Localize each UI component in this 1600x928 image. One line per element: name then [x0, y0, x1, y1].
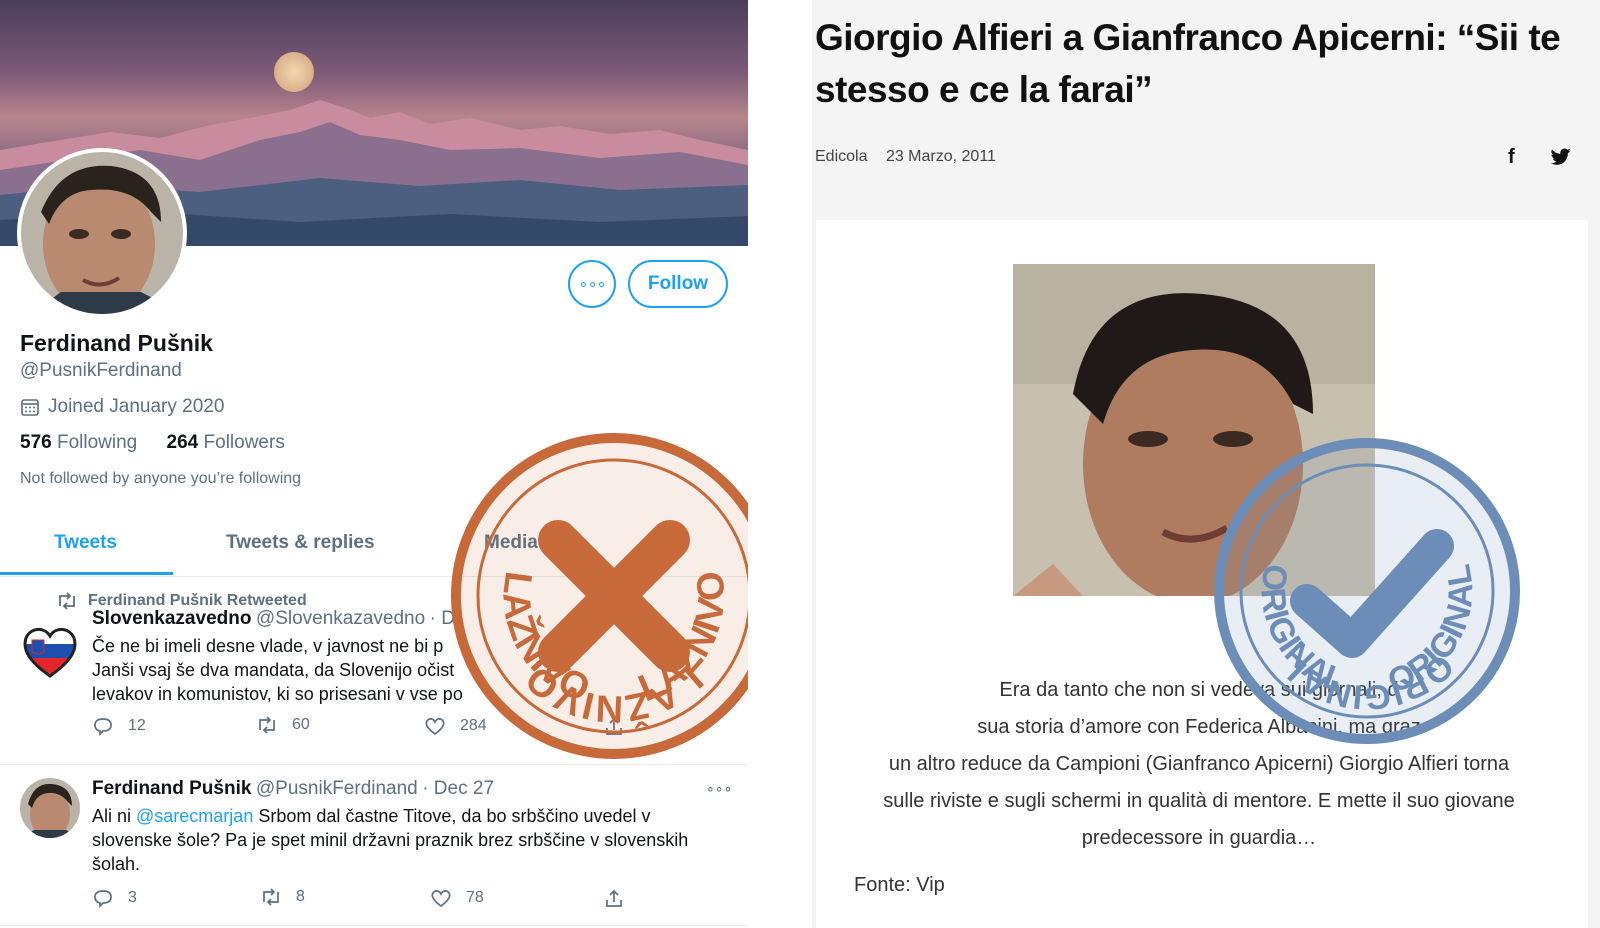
article-source: Fonte: Vip [854, 874, 945, 896]
article-section[interactable]: Edicola [815, 148, 867, 165]
tweet-date[interactable]: · Dec 27 [422, 778, 494, 799]
twitter-icon [1550, 148, 1571, 165]
profile-name: Ferdinand Pušnik [20, 330, 213, 356]
tweet-author[interactable]: Ferdinand Pušnik [92, 778, 251, 799]
tweet-line: šolah. [92, 854, 141, 874]
tweet-header: Slovenkazavedno @Slovenkazavedno · D [92, 608, 455, 630]
followers-link[interactable]: 264 Followers [167, 432, 285, 453]
more-icon: ∘∘∘ [578, 276, 606, 293]
retweet-icon [259, 716, 275, 734]
article-panel: Giorgio Alfieri a Gianfranco Apicerni: “… [812, 0, 1600, 928]
reply-icon [94, 890, 112, 908]
following-link[interactable]: 576 Following [20, 432, 137, 453]
active-tab-indicator [0, 572, 173, 575]
follow-button[interactable]: Follow [628, 260, 728, 308]
like-count: 78 [466, 889, 484, 906]
tweet-handle[interactable]: @Slovenkazavedno [256, 608, 425, 629]
divider [0, 925, 748, 926]
face-photo [21, 152, 183, 314]
share-button[interactable] [604, 888, 624, 908]
face-photo [20, 778, 80, 838]
retweet-button[interactable]: 8 [260, 888, 305, 906]
tab-tweets-replies[interactable]: Tweets & replies [226, 532, 375, 554]
tweet-more-button[interactable]: ∘∘∘ [706, 780, 732, 797]
twitter-share-button[interactable] [1550, 148, 1572, 172]
mention-link[interactable]: @sarecmarjan [136, 806, 253, 826]
reply-icon [94, 718, 112, 736]
share-icon [606, 889, 622, 907]
retweet-count: 8 [296, 888, 305, 905]
tab-tweets[interactable]: Tweets [54, 532, 117, 554]
tweet-avatar[interactable] [20, 622, 80, 682]
retweet-button[interactable]: 60 [256, 716, 310, 734]
reply-button[interactable]: 3 [92, 888, 137, 908]
twitter-profile-panel: ∘∘∘ Follow Ferdinand Pušnik @PusnikFerdi… [0, 0, 748, 928]
reply-count: 3 [128, 889, 137, 906]
tweet-header: Ferdinand Pušnik @PusnikFerdinand · Dec … [92, 778, 494, 800]
original-stamp-icon: ORIGINAL ORIGINAL ORIGINAL [1214, 438, 1520, 744]
follow-counts: 576 Following 264 Followers [20, 432, 285, 454]
retweet-icon [263, 888, 279, 906]
tweet-handle[interactable]: @PusnikFerdinand [256, 778, 418, 799]
facebook-icon: f [1508, 146, 1515, 168]
calendar-icon [21, 399, 39, 416]
more-icon: ∘∘∘ [706, 780, 733, 796]
tweet-author[interactable]: Slovenkazavedno [92, 608, 251, 629]
article-meta: Edicola 23 Marzo, 2011 [815, 148, 1010, 166]
like-button[interactable]: 78 [430, 888, 484, 908]
tweet-text: Ali ni @sarecmarjan Srbom dal častne Tit… [92, 804, 742, 876]
article-date: 23 Marzo, 2011 [885, 148, 996, 165]
more-options-button[interactable]: ∘∘∘ [568, 260, 616, 308]
heart-icon [425, 718, 445, 736]
heart-icon [431, 890, 451, 908]
profile-avatar[interactable] [17, 148, 187, 318]
article-headline[interactable]: Giorgio Alfieri a Gianfranco Apicerni: “… [815, 12, 1595, 116]
tweet-avatar[interactable] [20, 778, 80, 838]
reply-count: 12 [128, 717, 146, 734]
retweet-count: 60 [292, 716, 310, 733]
tweet-line: Ali ni @sarecmarjan Srbom dal častne Tit… [92, 806, 651, 826]
joined-date: Joined January 2020 [20, 396, 224, 418]
reply-button[interactable]: 12 [92, 716, 146, 736]
follow-label: Follow [647, 273, 709, 294]
joined-label: Joined January 2020 [48, 396, 225, 417]
fake-stamp-icon: LAŽNIVO LAŽNIVO LAŽNIVO [451, 433, 748, 759]
not-followed-note: Not followed by anyone you’re following [20, 470, 302, 487]
slovenia-heart-icon [23, 628, 77, 678]
tweet-line: slovenske šole? Pa je spet minil državni… [92, 830, 689, 850]
divider [0, 764, 748, 765]
facebook-share-button[interactable]: f [1508, 146, 1515, 169]
retweet-icon [59, 592, 75, 610]
profile-handle: @PusnikFerdinand [20, 360, 182, 381]
